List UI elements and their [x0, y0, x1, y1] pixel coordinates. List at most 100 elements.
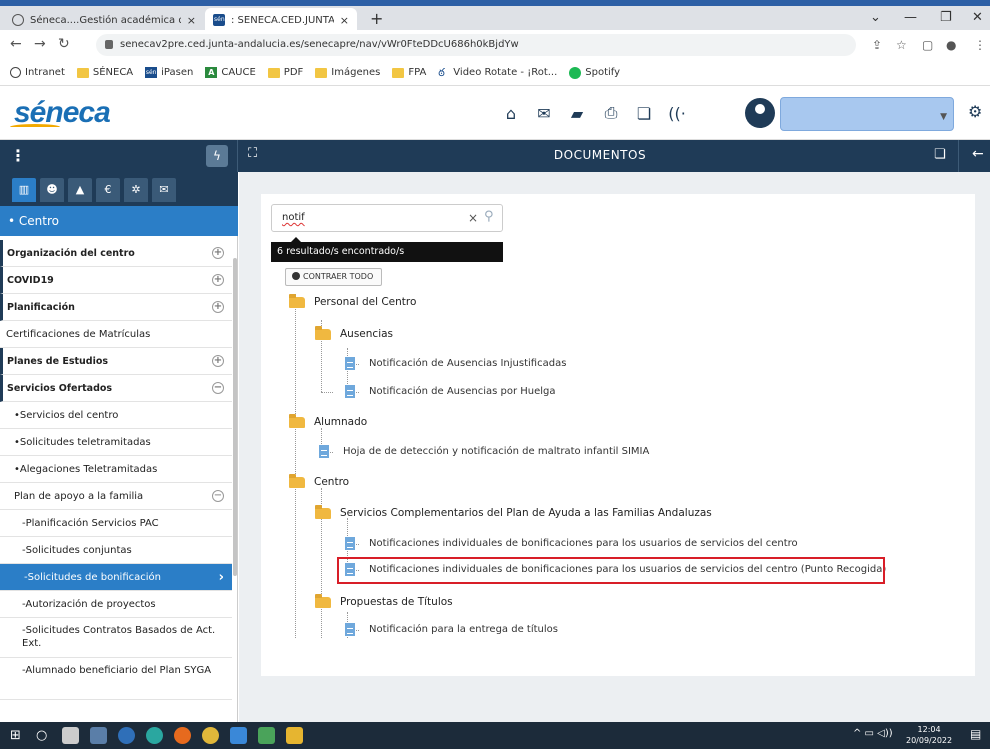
tab-mail-icon[interactable]: ✉: [152, 178, 176, 202]
back-arrow-icon[interactable]: ←: [972, 146, 984, 162]
tab-cogs-icon[interactable]: ✲: [124, 178, 148, 202]
user-profile-select[interactable]: ▼: [780, 97, 954, 131]
tree-file-bonificaciones[interactable]: Notificaciones individuales de bonificac…: [345, 537, 798, 550]
sidebar-item-solicitudes-conjuntas[interactable]: -Solicitudes conjuntas: [0, 537, 232, 564]
app-icon[interactable]: [230, 727, 247, 744]
plus-icon[interactable]: +: [212, 301, 224, 313]
app-icon[interactable]: [258, 727, 275, 744]
clear-icon[interactable]: ×: [468, 211, 478, 225]
minimize-button[interactable]: —: [904, 10, 917, 25]
folder-open-icon[interactable]: ▰: [566, 102, 588, 124]
tree-folder-servicios-complementarios[interactable]: Servicios Complementarios del Plan de Ay…: [315, 504, 712, 519]
plus-icon[interactable]: +: [212, 247, 224, 259]
windows-start-icon[interactable]: ⊞: [10, 727, 27, 744]
tab-building-icon[interactable]: ▥: [12, 178, 36, 202]
minus-icon[interactable]: −: [212, 382, 224, 394]
sidebar-scrollbar[interactable]: [233, 258, 237, 576]
tab-graduation-icon[interactable]: ▲: [68, 178, 92, 202]
sidebar-section-header[interactable]: • Centro: [0, 206, 238, 236]
home-icon[interactable]: ⌂: [500, 102, 522, 124]
bookmark-ipasen[interactable]: sén iPasen: [145, 67, 193, 78]
bookmark-imagenes[interactable]: Imágenes: [315, 67, 380, 78]
bookmark-label: Spotify: [585, 67, 621, 78]
sidebar-item-label: Organización del centro: [7, 248, 135, 259]
bookmark-intranet[interactable]: Intranet: [10, 67, 65, 78]
url-input[interactable]: senecav2pre.ced.junta-andalucia.es/senec…: [96, 34, 856, 56]
collapse-all-button[interactable]: CONTRAER TODO: [285, 268, 383, 286]
search-icon[interactable]: ○: [36, 727, 53, 744]
share-icon[interactable]: ⇪: [872, 38, 882, 52]
tree-file-ausencias-injustificadas[interactable]: Notificación de Ausencias Injustificadas: [345, 357, 566, 370]
forward-arrow-icon[interactable]: →: [34, 36, 46, 52]
sidebar-item-servicios-ofertados[interactable]: Servicios Ofertados −: [0, 375, 232, 402]
edge-icon[interactable]: [146, 727, 163, 744]
sidebar-item-organizacion[interactable]: Organización del centro +: [0, 240, 232, 267]
bookmark-fpa[interactable]: FPA: [392, 67, 426, 78]
ie-icon[interactable]: [118, 727, 135, 744]
bookmark-pdf[interactable]: PDF: [267, 67, 303, 78]
maximize-button[interactable]: ❐: [940, 10, 952, 25]
sidebar-item-solicitudes-bonificacion[interactable]: -Solicitudes de bonificación ›: [0, 564, 232, 591]
new-tab-button[interactable]: +: [370, 9, 383, 28]
tab-users-icon[interactable]: ☻: [40, 178, 64, 202]
plus-icon[interactable]: +: [212, 274, 224, 286]
tab-euro-icon[interactable]: €: [96, 178, 120, 202]
documents-icon[interactable]: ❏: [934, 147, 946, 162]
sidebar-item-alegaciones[interactable]: •Alegaciones Teletramitadas: [0, 456, 232, 483]
tree-file-ausencias-huelga[interactable]: Notificación de Ausencias por Huelga: [345, 385, 556, 398]
sidebar-item-planes-estudios[interactable]: Planes de Estudios +: [0, 348, 232, 375]
close-tab-icon[interactable]: ×: [340, 14, 349, 27]
chevron-down-icon[interactable]: ⌄: [870, 10, 881, 25]
mail-open-icon[interactable]: ✉: [533, 102, 555, 124]
calculator-icon[interactable]: [62, 727, 79, 744]
sidebar-item-solicitudes-teletramitadas[interactable]: •Solicitudes teletramitadas: [0, 429, 232, 456]
close-window-button[interactable]: ✕: [972, 10, 983, 25]
sidebar-item-servicios-centro[interactable]: •Servicios del centro: [0, 402, 232, 429]
app-icon[interactable]: [90, 727, 107, 744]
star-icon[interactable]: ☆: [896, 38, 907, 52]
print-icon[interactable]: ⎙: [600, 102, 622, 124]
sidepanel-icon[interactable]: ▢: [922, 38, 933, 52]
reload-icon[interactable]: ↻: [58, 36, 70, 52]
file-explorer-icon[interactable]: [286, 727, 303, 744]
browser-tab-active[interactable]: sén : SENECA.CED.JUNTA DE ANDAL ×: [205, 8, 357, 32]
sidebar-item-certificaciones[interactable]: Certificaciones de Matrículas: [0, 321, 232, 348]
copy-icon[interactable]: ❏: [633, 102, 655, 124]
back-arrow-icon[interactable]: ←: [10, 36, 22, 52]
firefox-icon[interactable]: [174, 727, 191, 744]
plus-icon[interactable]: +: [212, 355, 224, 367]
bookmark-video-rotate[interactable]: ఠ Video Rotate - ¡Rot...: [438, 67, 557, 78]
tree-folder-ausencias[interactable]: Ausencias: [315, 325, 393, 340]
tree-file-entrega-titulos[interactable]: Notificación para la entrega de títulos: [345, 623, 558, 636]
taskbar-clock[interactable]: 12:04 20/09/2022: [906, 724, 952, 746]
sidebar-item-plan-apoyo[interactable]: Plan de apoyo a la familia −: [0, 483, 232, 510]
video-icon: ఠ: [438, 66, 445, 79]
tree-folder-alumnado[interactable]: Alumnado: [289, 413, 367, 428]
search-input[interactable]: notif × ⚲: [271, 204, 503, 232]
profile-icon[interactable]: ●: [946, 38, 956, 52]
minus-icon[interactable]: −: [212, 490, 224, 502]
system-tray-icons[interactable]: ^ ▭ ◁)): [853, 728, 893, 739]
bookmark-cauce[interactable]: A CAUCE: [205, 67, 256, 78]
sidebar-item-covid19[interactable]: COVID19 +: [0, 267, 232, 294]
sidebar-item-autorizacion-proyectos[interactable]: -Autorización de proyectos: [0, 591, 232, 618]
gear-icon[interactable]: ⚙: [968, 102, 982, 121]
chrome-icon[interactable]: [202, 727, 219, 744]
broadcast-icon[interactable]: ((·: [666, 102, 688, 124]
tree-folder-propuestas-titulos[interactable]: Propuestas de Títulos: [315, 593, 453, 608]
sidebar-item-planificacion[interactable]: Planificación +: [0, 294, 232, 321]
bookmark-spotify[interactable]: Spotify: [569, 66, 621, 79]
tree-folder-personal[interactable]: Personal del Centro: [289, 293, 416, 308]
browser-tab-seneca[interactable]: Séneca....Gestión académica de l ×: [4, 8, 204, 32]
tree-folder-centro[interactable]: Centro: [289, 473, 349, 488]
user-avatar[interactable]: [745, 98, 775, 128]
sidebar-item-contratos[interactable]: -Solicitudes Contratos Basados de Act. E…: [0, 618, 232, 658]
tree-file-simia[interactable]: Hoja de de detección y notificación de m…: [319, 445, 649, 458]
search-icon[interactable]: ⚲: [484, 209, 494, 224]
kebab-menu-icon[interactable]: ⋮: [974, 38, 986, 52]
sidebar-item-alumnado-syga[interactable]: -Alumnado beneficiario del Plan SYGA: [0, 658, 232, 700]
notification-icon[interactable]: ▤: [970, 727, 981, 741]
bookmark-seneca[interactable]: SÉNECA: [76, 67, 133, 78]
sidebar-item-planificacion-pac[interactable]: -Planificación Servicios PAC: [0, 510, 232, 537]
close-tab-icon[interactable]: ×: [187, 14, 196, 27]
